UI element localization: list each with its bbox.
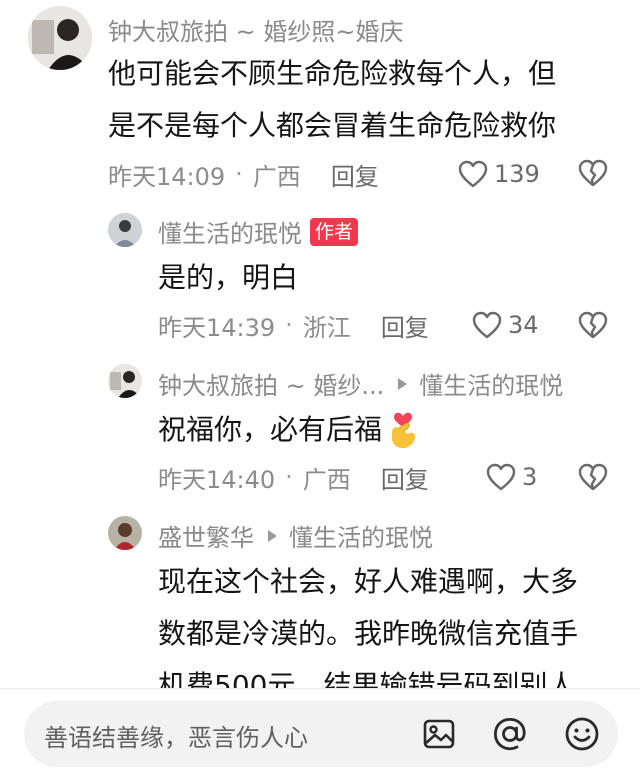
reply-to-name[interactable]: 懂生活的珉悦 — [419, 366, 563, 401]
comment-body[interactable]: 他可能会不顾生命危险救每个人，但 是不是每个人都会冒着生命危险救你 — [108, 48, 608, 152]
comment-author-name[interactable]: 钟大叔旅拍 ~ 婚纱照~婚庆 — [108, 12, 403, 47]
comment-body-line: 现在这个社会，好人难遇啊，大多 — [158, 565, 579, 598]
like-button[interactable]: 34 — [472, 305, 539, 345]
reply-arrow-icon — [398, 377, 408, 390]
comment-body-line: 祝福你，必有后福 — [158, 404, 598, 456]
like-count: 34 — [508, 311, 539, 339]
comment-body[interactable]: 祝福你，必有后福 — [158, 404, 598, 456]
avatar[interactable] — [108, 213, 142, 247]
avatar[interactable] — [108, 364, 142, 398]
avatar[interactable] — [108, 516, 142, 550]
broken-heart-icon[interactable] — [578, 463, 608, 491]
comment-author-row: 盛世繁华 懂生活的珉悦 — [158, 518, 433, 553]
comment-input-bar: 善语结善缘，恶言伤人心 — [0, 688, 640, 782]
like-button[interactable]: 139 — [458, 154, 540, 194]
comment-time: 昨天14:39 — [158, 313, 276, 342]
comment-time: 昨天14:09 — [108, 162, 226, 191]
emoji-icon[interactable] — [564, 716, 600, 752]
comment-author-row: 钟大叔旅拍 ~ 婚纱照~婚庆 — [108, 12, 403, 47]
avatar[interactable] — [28, 6, 92, 70]
author-badge: 作者 — [310, 217, 359, 246]
comment-location: 浙江 — [302, 313, 351, 342]
broken-heart-icon[interactable] — [578, 311, 608, 339]
comment-input[interactable]: 善语结善缘，恶言伤人心 — [24, 701, 618, 767]
broken-heart-icon[interactable] — [578, 159, 608, 187]
comment-author-name[interactable]: 盛世繁华 — [158, 518, 254, 553]
reply-button[interactable]: 回复 — [381, 460, 429, 495]
meta-separator: · — [285, 311, 293, 339]
meta-separator: · — [285, 463, 293, 491]
reply-arrow-icon — [268, 529, 277, 542]
comment-list: 钟大叔旅拍 ~ 婚纱照~婚庆 他可能会不顾生命危险救每个人，但 是不是每个人都会… — [0, 0, 640, 690]
comment-body-line: 数都是冷漠的。我昨晚微信充值手 — [158, 617, 579, 650]
comment-meta: 昨天14:40 · 广西 回复 — [158, 457, 429, 497]
reply-button[interactable]: 回复 — [381, 308, 429, 343]
comment-location: 广西 — [252, 162, 301, 191]
comment-location: 广西 — [302, 465, 351, 494]
reply-to-name[interactable]: 懂生活的珉悦 — [289, 518, 433, 553]
comment-body[interactable]: 是的，明白 — [158, 252, 598, 304]
comment-time: 昨天14:40 — [158, 465, 276, 494]
finger-heart-emoji — [391, 412, 416, 449]
comment-body-line: 是的，明白 — [158, 261, 299, 294]
comment-meta: 昨天14:39 · 浙江 回复 — [158, 305, 429, 345]
like-button[interactable]: 3 — [486, 457, 537, 497]
like-count: 139 — [494, 160, 540, 188]
comment-author-row: 钟大叔旅拍 ~ 婚纱... 懂生活的珉悦 — [158, 366, 563, 401]
comment-input-placeholder: 善语结善缘，恶言伤人心 — [44, 724, 308, 752]
comment-author-row: 懂生活的珉悦 作者 — [158, 214, 359, 249]
at-icon[interactable] — [492, 716, 528, 752]
comment-author-name[interactable]: 钟大叔旅拍 ~ 婚纱... — [158, 366, 384, 401]
heart-outline-icon — [486, 463, 516, 491]
comment-author-name[interactable]: 懂生活的珉悦 — [158, 214, 302, 249]
comment-body[interactable]: 现在这个社会，好人难遇啊，大多 数都是冷漠的。我昨晚微信充值手 机费500元，结… — [158, 556, 628, 690]
heart-outline-icon — [458, 160, 488, 188]
reply-button[interactable]: 回复 — [331, 157, 379, 192]
comment-body-text: 祝福你，必有后福 — [158, 413, 383, 446]
meta-separator: · — [235, 160, 243, 188]
comment-body-line: 他可能会不顾生命危险救每个人，但 — [108, 57, 557, 90]
heart-outline-icon — [472, 311, 502, 339]
comment-body-line: 是不是每个人都会冒着生命危险救你 — [108, 109, 557, 142]
comment-body-line: 机费500元，结果输错号码到别人 — [158, 669, 576, 690]
comment-meta: 昨天14:09 · 广西 回复 — [108, 154, 379, 194]
like-count: 3 — [522, 463, 538, 491]
image-icon[interactable] — [422, 717, 456, 751]
